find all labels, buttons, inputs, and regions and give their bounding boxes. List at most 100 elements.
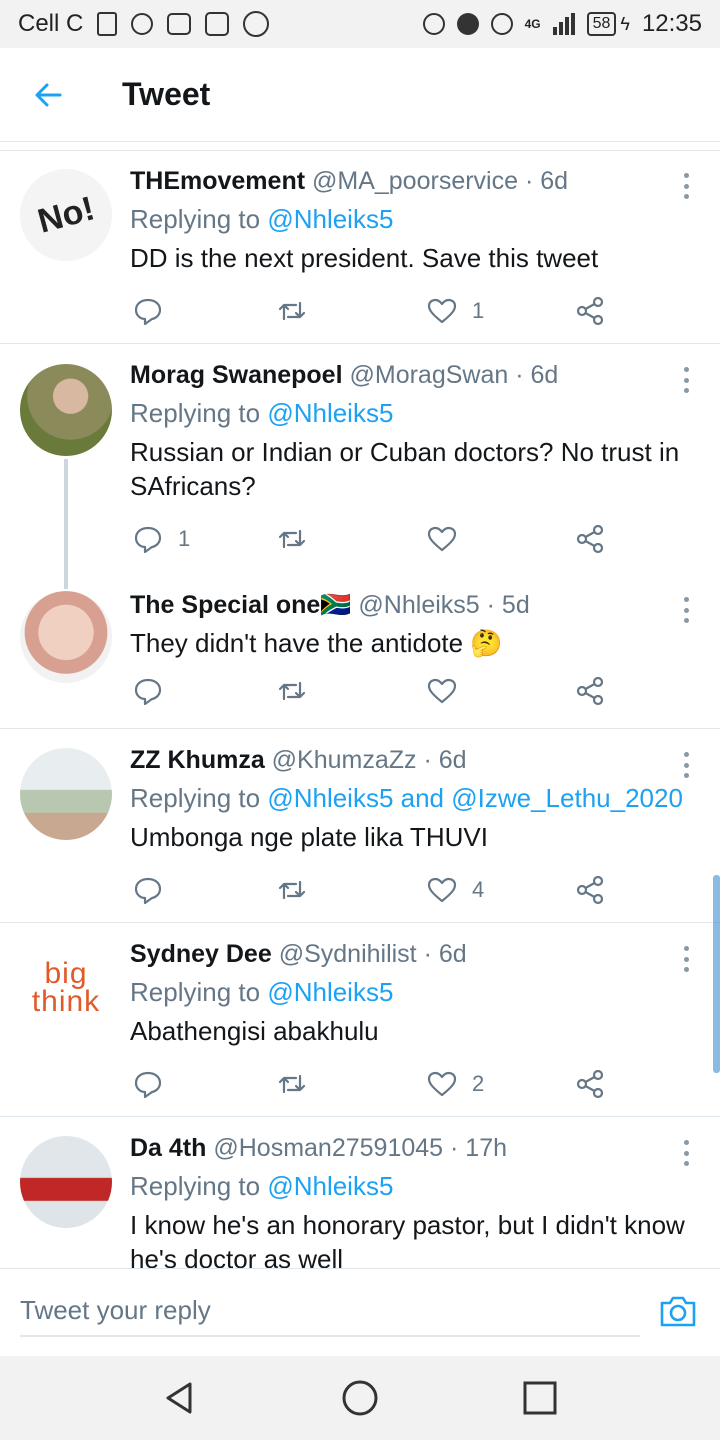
reply-button[interactable] (132, 671, 178, 711)
recents-square-icon[interactable] (520, 1378, 560, 1418)
back-button[interactable] (0, 48, 96, 142)
reply-button[interactable] (132, 1064, 178, 1104)
avatar-logo-text: big (44, 957, 88, 990)
tweet-header: Sydney Dee @Sydnihilist · 6d (130, 940, 700, 969)
scrollbar[interactable] (713, 875, 720, 1073)
retweet-icon (278, 529, 306, 549)
more-options-icon[interactable] (682, 946, 690, 972)
hotspot-icon (422, 13, 445, 35)
avatar[interactable]: No! (20, 169, 112, 261)
reply-icon (134, 298, 162, 326)
tweet[interactable]: ZZ Khumza @KhumzaZz · 6d Replying to @Nh… (0, 730, 720, 923)
retweet-button[interactable] (276, 519, 308, 559)
handle[interactable]: @Sydnihilist (279, 940, 417, 968)
more-options-icon[interactable] (682, 597, 690, 623)
tweet-text: I know he's an honorary pastor, but I di… (130, 1210, 685, 1268)
more-options-icon[interactable] (682, 1140, 690, 1166)
sim-icon (97, 12, 118, 36)
replying-to: Replying to @Nhleiks5 and @Izwe_Lethu_20… (130, 783, 700, 814)
network-type: 4G (524, 17, 541, 31)
display-name[interactable]: ZZ Khumza (130, 746, 265, 774)
replying-to: Replying to @Nhleiks5 (130, 977, 700, 1008)
display-name[interactable]: Da 4th (130, 1134, 206, 1162)
avatar[interactable] (20, 748, 112, 840)
tweet[interactable]: No! THEmovement @MA_poorservice · 6d Rep… (0, 151, 720, 344)
replying-label: Replying to (130, 398, 261, 428)
retweet-button[interactable] (276, 291, 308, 331)
avatar[interactable] (20, 591, 112, 683)
reply-feed[interactable]: No! THEmovement @MA_poorservice · 6d Rep… (0, 150, 720, 1268)
signal-icon (552, 13, 575, 35)
header: Tweet (0, 48, 720, 142)
retweet-button[interactable] (276, 870, 308, 910)
reply-button[interactable] (132, 291, 178, 331)
reply-button[interactable]: 1 (132, 519, 190, 559)
display-name[interactable]: Morag Swanepoel (130, 361, 343, 389)
like-button[interactable] (426, 519, 472, 559)
mention-link[interactable]: @Nhleiks5 (267, 398, 393, 428)
retweet-icon (278, 1074, 306, 1094)
reply-input[interactable]: Tweet your reply (20, 1285, 640, 1337)
mention-link[interactable]: @Nhleiks5 (267, 1171, 393, 1201)
handle[interactable]: @MoragSwan (350, 361, 509, 389)
like-button[interactable] (426, 671, 472, 711)
tweet-header: Morag Swanepoel @MoragSwan · 6d (130, 361, 700, 390)
share-button[interactable] (574, 519, 606, 559)
reply-icon (134, 1071, 162, 1099)
share-button[interactable] (574, 291, 606, 331)
heart-icon (427, 678, 457, 704)
mention-link[interactable]: @Nhleiks5 and @Izwe_Lethu_2020 (267, 783, 683, 813)
camera-icon[interactable] (658, 1293, 698, 1329)
heart-icon (427, 526, 457, 552)
retweet-button[interactable] (276, 671, 308, 711)
handle[interactable]: @KhumzaZz (272, 746, 417, 774)
share-button[interactable] (574, 1064, 606, 1104)
more-options-icon[interactable] (682, 173, 690, 199)
tweet-actions: 1 (130, 519, 610, 559)
timestamp: 6d (438, 940, 467, 968)
display-name[interactable]: THEmovement (130, 167, 305, 195)
mention-link[interactable]: @Nhleiks5 (267, 204, 393, 234)
replying-to: Replying to @Nhleiks5 (130, 204, 700, 235)
avatar[interactable]: big think (20, 942, 112, 1034)
tweet-text: Russian or Indian or Cuban doctors? No t… (130, 437, 680, 501)
handle[interactable]: @Hosman27591045 (213, 1134, 443, 1162)
more-options-icon[interactable] (682, 752, 690, 778)
share-button[interactable] (574, 671, 606, 711)
more-options-icon[interactable] (682, 367, 690, 393)
replying-label: Replying to (130, 783, 261, 813)
gallery-icon (167, 13, 192, 35)
like-button[interactable]: 4 (426, 870, 484, 910)
reply-icon (134, 678, 162, 706)
separator: · (423, 746, 432, 774)
tweet[interactable]: Da 4th @Hosman27591045 · 17h Replying to… (0, 1118, 720, 1268)
back-triangle-icon[interactable] (160, 1378, 200, 1418)
like-button[interactable]: 1 (426, 291, 484, 331)
reply-icon (134, 877, 162, 905)
heart-icon (427, 298, 457, 324)
battery-level: 58 (586, 12, 617, 36)
display-name[interactable]: The Special one🇿🇦 (130, 591, 351, 619)
reply-bar: Tweet your reply (0, 1268, 720, 1356)
avatar-logo-text: think (31, 985, 101, 1018)
reply-icon (134, 526, 162, 554)
share-button[interactable] (574, 870, 606, 910)
handle[interactable]: @Nhleiks5 (358, 591, 479, 619)
share-icon (576, 524, 604, 554)
tweet[interactable]: big think Sydney Dee @Sydnihilist · 6d R… (0, 924, 720, 1117)
tweet[interactable]: Morag Swanepoel @MoragSwan · 6d Replying… (0, 345, 720, 729)
retweet-button[interactable] (276, 1064, 308, 1104)
like-button[interactable]: 2 (426, 1064, 484, 1104)
mention-link[interactable]: @Nhleiks5 (267, 977, 393, 1007)
dnd-icon (456, 13, 479, 35)
alarm-icon (490, 13, 513, 35)
handle[interactable]: @MA_poorservice (312, 167, 518, 195)
tweet-text: DD is the next president. Save this twee… (130, 243, 599, 273)
display-name[interactable]: Sydney Dee (130, 940, 272, 968)
avatar[interactable] (20, 1136, 112, 1228)
carrier-label: Cell C (18, 10, 84, 37)
home-circle-icon[interactable] (340, 1378, 380, 1418)
reply-button[interactable] (132, 870, 178, 910)
avatar[interactable] (20, 364, 112, 456)
tweet-actions: 4 (130, 870, 610, 910)
